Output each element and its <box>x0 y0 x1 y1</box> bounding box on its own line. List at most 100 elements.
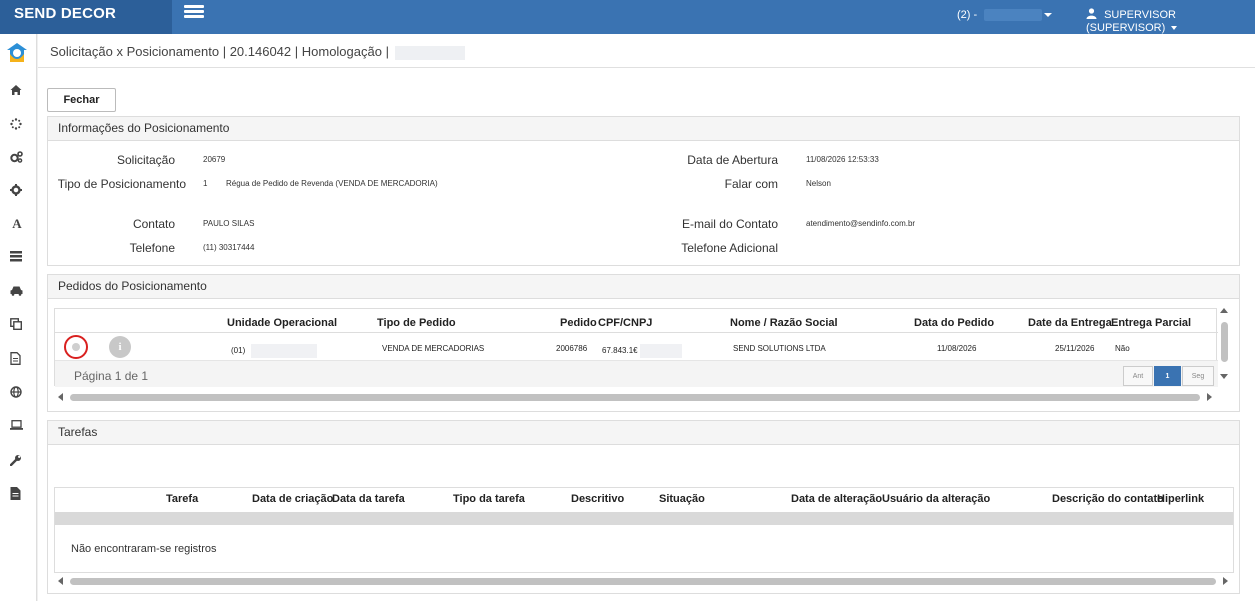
document-icon[interactable] <box>10 352 24 366</box>
scroll-left-icon[interactable] <box>58 393 63 401</box>
breadcrumb-divider <box>38 67 1255 68</box>
main-content: Solicitação x Posicionamento | 20.146042… <box>38 34 1255 601</box>
cpf-cnpj-value: 67.843.1€ <box>602 346 638 356</box>
contato-label: Contato <box>132 217 175 231</box>
user-icon <box>1086 8 1097 22</box>
col-cpf-cnpj[interactable]: CPF/CNPJ <box>598 317 652 329</box>
solicitacao-value: 20679 <box>203 155 226 164</box>
font-icon[interactable]: A <box>10 217 24 231</box>
data-abertura-label: Data de Abertura <box>687 153 778 167</box>
connection-label: (2) - <box>957 9 978 21</box>
list-icon[interactable] <box>10 251 24 265</box>
page-1-button[interactable]: 1 <box>1154 366 1181 386</box>
tipo-posicionamento-value: Régua de Pedido de Revenda (VENDA DE MER… <box>226 179 438 188</box>
connection-selector[interactable]: (2) - <box>957 9 1043 22</box>
col-data-alteracao[interactable]: Data de alteração <box>791 493 882 505</box>
tipo-posicionamento-code: 1 <box>203 179 208 188</box>
user-name: SUPERVISOR (SUPERVISOR) <box>1086 8 1176 34</box>
copy-icon[interactable] <box>10 318 24 332</box>
cpf-cnpj-redacted <box>639 344 682 358</box>
info-panel: Informações do Posicionamento Solicitaçã… <box>47 116 1240 266</box>
data-abertura-value: 11/08/2026 12:53:33 <box>806 155 879 164</box>
falar-com-label: Falar com <box>724 177 778 191</box>
pagination-text: Página 1 de 1 <box>74 369 149 383</box>
globe-icon[interactable] <box>10 386 24 400</box>
orders-table: Unidade Operacional Tipo de Pedido Pedid… <box>54 308 1218 387</box>
unidade-redacted <box>251 344 318 358</box>
cell-nome: SEND SOLUTIONS LTDA <box>733 344 826 353</box>
close-button[interactable]: Fechar <box>47 88 116 112</box>
cell-cpf-cnpj: 67.843.1€ <box>602 344 682 358</box>
scroll-up-icon[interactable] <box>1220 308 1228 313</box>
col-descricao-contato[interactable]: Descrição do contato <box>1052 493 1164 505</box>
file-icon[interactable] <box>10 487 24 501</box>
col-tarefa[interactable]: Tarefa <box>166 493 198 505</box>
user-menu[interactable]: SUPERVISOR (SUPERVISOR) <box>1086 8 1255 34</box>
falar-com-value: Nelson <box>806 179 831 188</box>
col-tipo-pedido[interactable]: Tipo de Pedido <box>377 317 456 329</box>
scroll-thumb[interactable] <box>1221 322 1228 362</box>
scroll-down-icon[interactable] <box>1220 374 1228 379</box>
chevron-down-icon <box>1171 26 1178 31</box>
scroll-thumb[interactable] <box>70 394 1200 401</box>
pagination: Página 1 de 1 Ant 1 Seg <box>55 361 1218 387</box>
col-data-entrega[interactable]: Date da Entrega <box>1028 317 1112 329</box>
chevron-down-icon[interactable] <box>1044 13 1052 17</box>
cell-tipo-pedido: VENDA DE MERCADORIAS <box>382 344 485 353</box>
orders-vertical-scrollbar[interactable] <box>1218 308 1230 386</box>
orders-horizontal-scrollbar[interactable] <box>54 390 1217 404</box>
email-contato-value: atendimento@sendinfo.com.br <box>806 219 916 228</box>
wrench-icon[interactable] <box>10 454 24 468</box>
breadcrumb: Solicitação x Posicionamento | 20.146042… <box>50 44 465 60</box>
orders-panel: Pedidos do Posicionamento Unidade Operac… <box>47 274 1240 412</box>
menu-toggle-icon[interactable] <box>184 5 204 19</box>
tipo-posicionamento-label: Tipo de Posicionamento <box>57 177 186 191</box>
col-hiperlink[interactable]: Hiperlink <box>1157 493 1204 505</box>
gear-icon[interactable] <box>10 184 24 198</box>
scroll-left-icon[interactable] <box>58 577 63 585</box>
col-nome-razao-social[interactable]: Nome / Razão Social <box>730 317 838 329</box>
info-panel-title: Informações do Posicionamento <box>48 117 1239 141</box>
col-unidade-operacional[interactable]: Unidade Operacional <box>227 317 337 329</box>
telefone-adicional-label: Telefone Adicional <box>681 241 778 255</box>
view-order-button[interactable] <box>64 335 88 359</box>
col-data-criacao[interactable]: Data de criação <box>252 493 333 505</box>
col-usuario-alteracao[interactable]: Usuário da alteração <box>882 493 990 505</box>
scroll-thumb[interactable] <box>70 578 1216 585</box>
prev-page-button[interactable]: Ant <box>1123 366 1153 386</box>
scroll-right-icon[interactable] <box>1207 393 1212 401</box>
contato-value: PAULO SILAS <box>203 219 255 228</box>
col-data-tarefa[interactable]: Data da tarefa <box>332 493 405 505</box>
cogs-icon[interactable] <box>10 151 24 165</box>
col-situacao[interactable]: Situação <box>659 493 705 505</box>
col-data-pedido[interactable]: Data do Pedido <box>914 317 994 329</box>
search-icon <box>72 343 80 351</box>
tasks-table: Tarefa Data de criação Data da tarefa Ti… <box>54 487 1234 573</box>
tasks-horizontal-scrollbar[interactable] <box>54 574 1234 588</box>
email-contato-label: E-mail do Contato <box>681 217 778 231</box>
telefone-value: (11) 30317444 <box>203 243 255 252</box>
sidebar: A <box>0 34 37 601</box>
col-tipo-tarefa[interactable]: Tipo da tarefa <box>453 493 525 505</box>
tasks-panel-title: Tarefas <box>48 421 1239 445</box>
col-descritivo[interactable]: Descritivo <box>571 493 624 505</box>
breadcrumb-text: Solicitação x Posicionamento | 20.146042… <box>50 44 389 59</box>
info-icon[interactable]: i <box>109 336 131 358</box>
cell-unidade: (01) <box>231 344 318 358</box>
spinner-icon[interactable] <box>10 118 24 132</box>
home-icon[interactable] <box>10 84 24 98</box>
next-page-button[interactable]: Seg <box>1182 366 1214 386</box>
cell-data-pedido: 11/08/2026 <box>937 344 977 353</box>
environment-redacted <box>394 45 465 60</box>
scroll-right-icon[interactable] <box>1223 577 1228 585</box>
brand-logo[interactable]: SEND DECOR <box>0 0 172 34</box>
col-entrega-parcial[interactable]: Entrega Parcial <box>1111 317 1191 329</box>
car-icon[interactable] <box>10 285 24 299</box>
orders-panel-title: Pedidos do Posicionamento <box>48 275 1239 299</box>
unidade-value: (01) <box>231 346 246 356</box>
cell-pedido: 2006786 <box>556 344 588 353</box>
filter-row <box>55 512 1233 525</box>
laptop-icon[interactable] <box>10 420 24 434</box>
app-logo-icon[interactable] <box>6 42 28 64</box>
col-pedido[interactable]: Pedido <box>560 317 597 329</box>
